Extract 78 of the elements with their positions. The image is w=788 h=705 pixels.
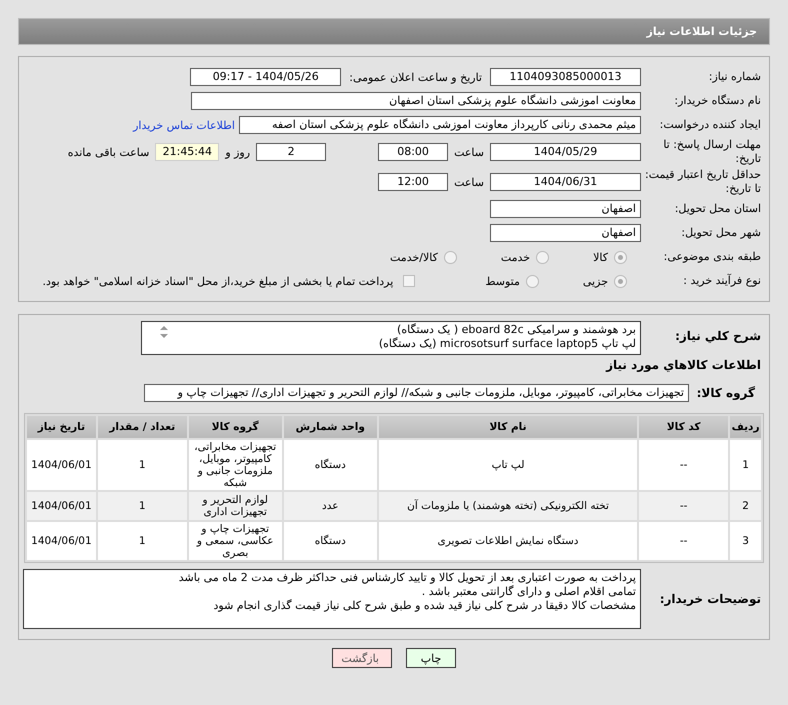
time-label: ساعت — [454, 146, 484, 158]
column-header: کد کالا — [639, 416, 728, 438]
action-button[interactable]: چاپ — [406, 648, 456, 668]
table-cell: دستگاه نمایش اطلاعات تصویری — [378, 522, 638, 560]
days-field[interactable]: 2 — [256, 143, 326, 161]
field-label: توضیحات خریدار: — [658, 592, 762, 606]
remaining-time-field: 21:45:44 — [155, 143, 220, 161]
field-label: شماره نیاز: — [708, 70, 762, 84]
table-cell: تخته الکترونیکی (تخته هوشمند) یا ملزومات آن — [378, 492, 638, 520]
table-cell: دستگاه — [284, 522, 377, 560]
table-cell: 1 — [98, 440, 187, 490]
buyer-contact-link[interactable]: اطلاعات تماس خریدار — [133, 118, 235, 132]
validity-date-field[interactable]: 1404/06/31 — [490, 173, 641, 191]
table-cell: عدد — [284, 492, 377, 520]
time-label: ساعت — [454, 176, 484, 188]
radio-button[interactable] — [526, 274, 539, 288]
table-cell: -- — [639, 492, 728, 520]
field-label: شرح کلي نياز: — [674, 328, 762, 344]
need-number-field[interactable]: 1104093085000013 — [490, 68, 641, 86]
radio-label: متوسط — [485, 274, 520, 288]
field-label: مهلت ارسال پاسخ: تا تاریخ: — [662, 138, 762, 166]
table-cell: 1 — [98, 492, 187, 520]
field-label: نام دستگاه خریدار: — [673, 94, 762, 108]
radio-label: جزیی — [582, 274, 608, 288]
table-cell: -- — [639, 440, 728, 490]
field-label: تاریخ و ساعت اعلان عمومی: — [349, 70, 482, 84]
radio-label: کالا/خدمت — [390, 250, 438, 264]
column-header: گروه کالا — [188, 416, 282, 438]
section-heading: اطلاعات کالاهاي مورد نياز — [606, 358, 762, 372]
checkbox[interactable] — [403, 275, 416, 287]
validity-time-field[interactable]: 12:00 — [378, 173, 448, 191]
field-label: شهر محل تحویل: — [680, 226, 762, 240]
radio-label: خدمت — [500, 250, 530, 264]
column-header: تاریخ نیاز — [27, 416, 96, 438]
radio-label: کالا — [593, 250, 608, 264]
deadline-date-field[interactable]: 1404/05/29 — [490, 143, 641, 161]
radio-button[interactable] — [536, 250, 550, 264]
table-cell: لوازم التحریر و تجهیزات اداری — [188, 492, 282, 520]
radio-button[interactable] — [614, 250, 627, 264]
radio-button[interactable] — [614, 274, 627, 288]
page-title: جزئیات اطلاعات نیاز — [646, 25, 757, 38]
table-cell: -- — [639, 522, 728, 560]
goods-group-field[interactable]: تجهیزات مخابراتی، کامپیوتر، موبایل، ملزومات جانبی و شبکه// لوازم التحریر و تجهیزات اداری// تجهیزات چاپ و — [144, 384, 689, 402]
buyer-notes-field[interactable]: پرداخت به صورت اعتباری بعد از تحویل کالا و تایید کارشناس فنی حداکثر ظرف مدت 2 ماه می باشد تمامی اقلام اصلی و دارای گارانتی معتبر باشد . مشخصات کالا دقیقا در شرح کلی نیاز قید شده و طبق شرح کلی نیاز قیمت گذاری انجام شود — [23, 569, 641, 629]
table-cell: تجهیزات مخابراتی، کامپیوتر، موبایل، ملزومات جانبی و شبکه — [188, 440, 282, 490]
days-label: روز و — [225, 146, 250, 158]
field-label: استان محل تحویل: — [674, 202, 762, 216]
column-header: نام کالا — [378, 416, 638, 438]
field-label: گروه کالا: — [696, 386, 756, 400]
requester-field[interactable]: میثم محمدی رنانی کارپرداز معاونت اموزشی دانشگاه علوم پزشکی استان اصفه — [239, 116, 641, 134]
table-cell: 3 — [730, 522, 761, 560]
table-cell: 1404/06/01 — [27, 522, 96, 560]
remaining-label: ساعت باقی مانده — [68, 146, 150, 158]
province-field[interactable]: اصفهان — [490, 200, 641, 218]
field-label: نوع فرآیند خرید : — [682, 274, 762, 288]
table-cell: 2 — [730, 492, 761, 520]
description-field[interactable]: برد هوشمند و سرامیکی eboard 82c ( یک دستگاه) لپ تاپ microsotsurf surface laptop5 (یک دستگاه) — [141, 321, 641, 355]
column-header: ردیف — [730, 416, 761, 438]
buyer-org-field[interactable]: معاونت اموزشی دانشگاه علوم پزشکی استان اصفهان — [191, 92, 641, 110]
table-cell: تجهیزات چاپ و عکاسی، سمعی و بصری — [188, 522, 282, 560]
field-label: طبقه بندی موضوعی: — [662, 250, 762, 264]
field-label: ایجاد کننده درخواست: — [658, 118, 762, 132]
table-cell: لپ تاپ — [378, 440, 638, 490]
column-header: تعداد / مقدار — [98, 416, 187, 438]
column-header: واحد شمارش — [284, 416, 377, 438]
table-cell: 1404/06/01 — [27, 492, 96, 520]
city-field[interactable]: اصفهان — [490, 224, 641, 242]
table-cell: 1 — [98, 522, 187, 560]
action-button[interactable]: بازگشت — [332, 648, 392, 668]
treasury-note: پرداخت تمام یا بخشی از مبلغ خرید،از محل "اسناد خزانه اسلامی" خواهد بود. — [42, 274, 394, 288]
deadline-time-field[interactable]: 08:00 — [378, 143, 448, 161]
scroll-arrows-icon[interactable] — [159, 325, 169, 339]
field-label: حداقل تاریخ اعتبار قیمت: تا تاریخ: — [644, 168, 762, 196]
table-cell: 1 — [730, 440, 761, 490]
table-cell: 1404/06/01 — [27, 440, 96, 490]
announce-date-field[interactable]: 1404/05/26 - 09:17 — [190, 68, 342, 86]
table-cell: دستگاه — [284, 440, 377, 490]
radio-button[interactable] — [444, 250, 457, 264]
